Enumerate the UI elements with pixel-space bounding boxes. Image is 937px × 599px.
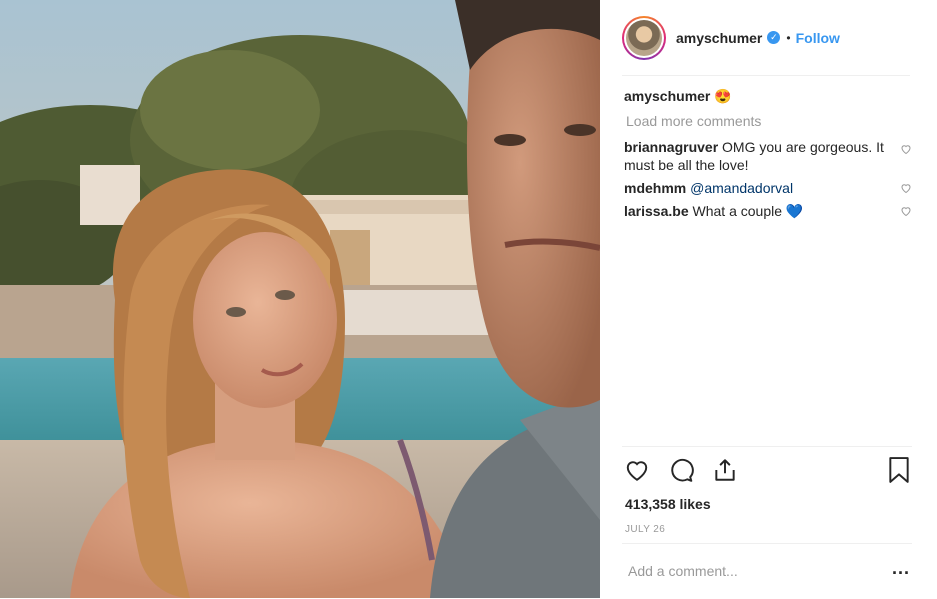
instagram-post: amyschumer ✓ • Follow amyschumer 😍 Load …	[0, 0, 937, 598]
comment-username[interactable]: briannagruver	[624, 139, 718, 155]
comment-row: mdehmm @amandadorval	[624, 179, 914, 197]
comment-like-heart-icon[interactable]	[900, 182, 912, 194]
comment-like-heart-icon[interactable]	[900, 143, 912, 155]
bookmark-icon[interactable]	[888, 457, 910, 483]
comment-username[interactable]: larissa.be	[624, 203, 689, 219]
comment-row: briannagruver OMG you are gorgeous. It m…	[624, 138, 914, 174]
comment-mention-link[interactable]: @amandadorval	[690, 180, 793, 196]
comment-row: larissa.be What a couple 💙	[624, 202, 914, 220]
action-bar	[622, 446, 912, 497]
likes-count[interactable]: 413,358 likes	[625, 496, 711, 512]
header-username[interactable]: amyschumer	[676, 30, 762, 46]
photo-illustration	[0, 0, 600, 598]
caption: amyschumer 😍	[624, 88, 914, 105]
follow-button[interactable]: Follow	[796, 30, 840, 46]
share-icon[interactable]	[712, 457, 738, 483]
post-header: amyschumer ✓ • Follow	[622, 12, 910, 76]
more-options-button[interactable]: ...	[892, 558, 910, 579]
comment-text: What a couple 💙	[692, 203, 804, 219]
comment-username[interactable]: mdehmm	[624, 180, 686, 196]
add-comment-bar: ...	[622, 543, 912, 599]
post-photo[interactable]	[0, 0, 600, 598]
post-side-panel: amyschumer ✓ • Follow amyschumer 😍 Load …	[600, 0, 937, 598]
story-ring[interactable]	[622, 15, 666, 60]
comment-icon[interactable]	[668, 457, 694, 483]
load-more-comments-button[interactable]: Load more comments	[626, 113, 914, 129]
avatar	[626, 19, 662, 56]
header-separator: •	[786, 30, 791, 45]
add-comment-input[interactable]	[626, 562, 860, 580]
heart-icon[interactable]	[624, 457, 650, 483]
verified-badge-icon: ✓	[767, 31, 781, 44]
comments-list: amyschumer 😍 Load more comments briannag…	[624, 88, 914, 225]
caption-text: 😍	[714, 88, 732, 104]
post-date[interactable]: JULY 26	[625, 524, 665, 535]
caption-username[interactable]: amyschumer	[624, 88, 710, 104]
avatar-frame	[624, 17, 664, 58]
comment-like-heart-icon[interactable]	[900, 205, 912, 217]
